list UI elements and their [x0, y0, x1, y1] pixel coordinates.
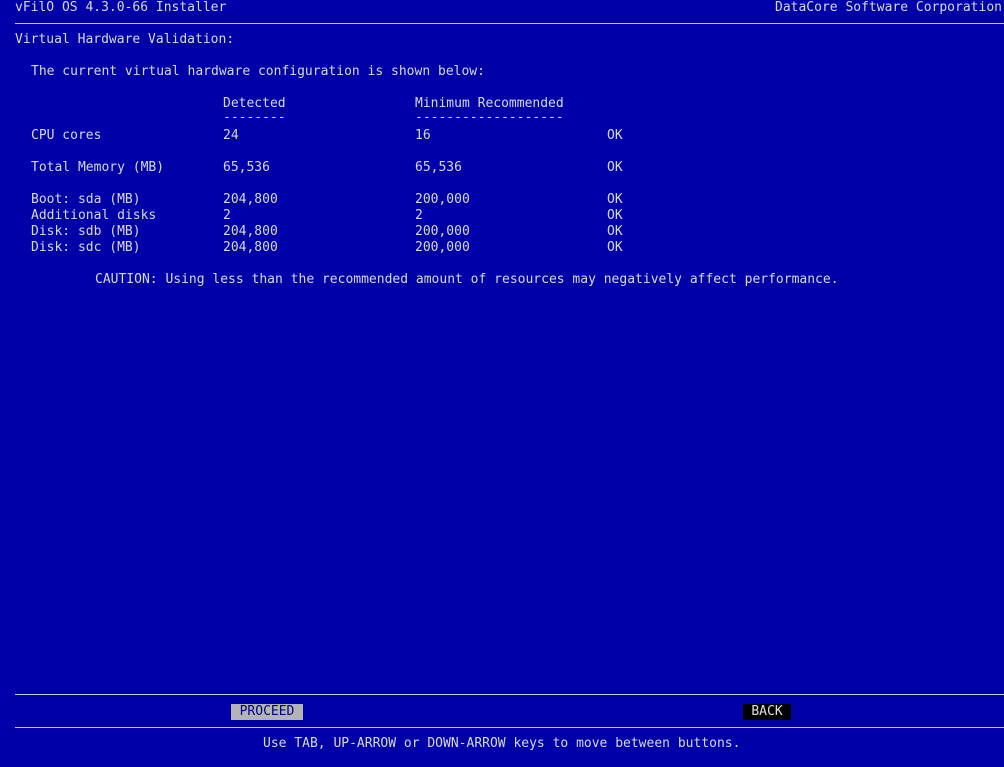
row-status: OK: [607, 192, 623, 207]
table-row: Disk: sdc (MB) 204,800 200,000 OK: [0, 240, 1004, 256]
row-label: Boot: sda (MB): [31, 192, 141, 207]
row-minimum: 200,000: [415, 240, 470, 255]
app-title: vFilO OS 4.3.0-66 Installer: [15, 0, 227, 15]
row-status: OK: [607, 240, 623, 255]
row-label: Disk: sdc (MB): [31, 240, 141, 255]
row-detected: 65,536: [223, 160, 270, 175]
table-row: Boot: sda (MB) 204,800 200,000 OK: [0, 192, 1004, 208]
intro-text: The current virtual hardware configurati…: [31, 64, 485, 79]
page-title: Virtual Hardware Validation:: [15, 32, 235, 47]
row-minimum: 200,000: [415, 224, 470, 239]
row-label: Additional disks: [31, 208, 157, 223]
proceed-button[interactable]: PROCEED: [231, 704, 303, 720]
row-status: OK: [607, 128, 623, 143]
button-bar-top-divider: [15, 694, 1004, 695]
row-label: Total Memory (MB): [31, 160, 165, 175]
row-status: OK: [607, 224, 623, 239]
row-detected: 2: [223, 208, 231, 223]
header-detected-underline: --------: [223, 110, 286, 125]
table-row: CPU cores 24 16 OK: [0, 128, 1004, 144]
row-minimum: 65,536: [415, 160, 462, 175]
table-row: Disk: sdb (MB) 204,800 200,000 OK: [0, 224, 1004, 240]
button-bar-bottom-divider: [15, 727, 1004, 728]
vendor-name: DataCore Software Corporation: [775, 0, 1002, 15]
row-detected: 204,800: [223, 192, 278, 207]
header-divider: [15, 23, 1004, 24]
header-minimum-underline: -------------------: [415, 110, 564, 125]
footer-hint: Use TAB, UP-ARROW or DOWN-ARROW keys to …: [263, 736, 741, 751]
row-status: OK: [607, 160, 623, 175]
row-detected: 24: [223, 128, 239, 143]
table-row: Total Memory (MB) 65,536 65,536 OK: [0, 160, 1004, 176]
row-minimum: 200,000: [415, 192, 470, 207]
row-status: OK: [607, 208, 623, 223]
caution-message: CAUTION: Using less than the recommended…: [95, 272, 839, 287]
row-minimum: 2: [415, 208, 423, 223]
row-minimum: 16: [415, 128, 431, 143]
row-label: Disk: sdb (MB): [31, 224, 141, 239]
row-detected: 204,800: [223, 240, 278, 255]
table-row: Additional disks 2 2 OK: [0, 208, 1004, 224]
row-label: CPU cores: [31, 128, 102, 143]
back-button[interactable]: BACK: [743, 704, 791, 720]
row-detected: 204,800: [223, 224, 278, 239]
